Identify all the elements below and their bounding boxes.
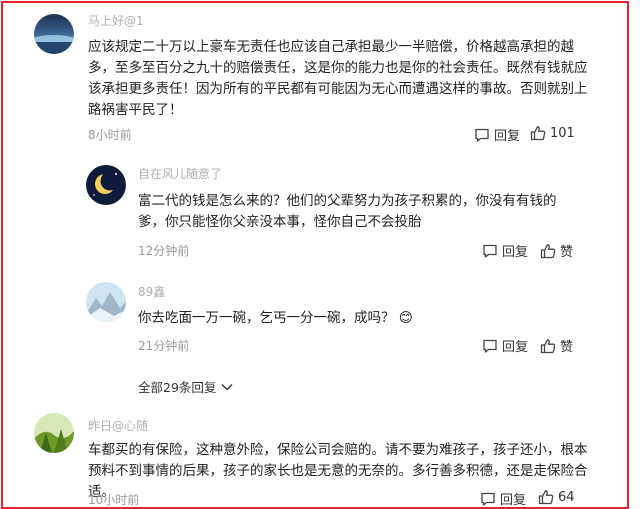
thumbs-up-icon: [538, 490, 554, 505]
smile-emoji: 😊: [398, 310, 413, 326]
reply-time: 12分钟前: [138, 244, 190, 258]
like-button[interactable]: 赞: [540, 241, 573, 260]
reply-label: 回复: [494, 129, 521, 144]
view-all-replies-button[interactable]: 全部29条回复: [138, 377, 233, 396]
comment-time: 8小时前: [88, 128, 132, 142]
reply-time: 21分钟前: [138, 339, 190, 353]
avatar[interactable]: [86, 165, 126, 205]
reply-content: 你去吃面一万一碗，乞丐一分一碗，成吗？ 😊: [138, 308, 578, 329]
comment-icon: [483, 244, 497, 258]
like-count: 101: [550, 125, 575, 141]
like-button[interactable]: 赞: [540, 336, 573, 355]
like-button[interactable]: 64: [538, 489, 575, 505]
reply-username[interactable]: 89鑫: [138, 283, 165, 300]
avatar[interactable]: [86, 282, 126, 322]
comment-time: 10小时前: [88, 493, 140, 507]
comment-username[interactable]: 昨日@心随: [88, 417, 148, 434]
reply-content: 富二代的钱是怎么来的？他们的父辈努力为孩子积累的，你没有有钱的爹，你只能怪你父亲…: [138, 193, 557, 230]
reply-button[interactable]: 回复: [482, 336, 528, 355]
thumbs-up-icon: [540, 243, 556, 258]
chevron-down-icon: [221, 383, 233, 391]
reply-label: 回复: [500, 493, 527, 508]
reply-button[interactable]: 回复: [474, 125, 520, 144]
thumbs-up-icon: [540, 338, 556, 353]
reply-label: 回复: [502, 340, 529, 355]
comment-icon: [481, 492, 495, 506]
reply-button[interactable]: 回复: [482, 241, 528, 260]
comment-icon: [483, 339, 497, 353]
reply-button[interactable]: 回复: [480, 489, 526, 508]
comment-content: 应该规定二十万以上豪车无责任也应该自己承担最少一半赔偿，价格越高承担的越多，至多…: [88, 39, 588, 118]
view-all-replies-label: 全部29条回复: [138, 380, 217, 395]
like-label: 赞: [560, 340, 574, 355]
like-button[interactable]: 101: [530, 125, 575, 141]
reply-text: 你去吃面一万一碗，乞丐一分一碗，成吗？: [138, 310, 395, 326]
like-count: 64: [558, 489, 575, 505]
avatar[interactable]: [34, 413, 74, 453]
avatar[interactable]: [34, 14, 74, 54]
reply-username[interactable]: 自在风儿随意了: [138, 165, 222, 182]
comment-username[interactable]: 马上好@1: [88, 12, 144, 29]
thumbs-up-icon: [530, 126, 546, 141]
comment-icon: [475, 128, 489, 142]
like-label: 赞: [560, 245, 574, 260]
reply-label: 回复: [502, 245, 529, 260]
